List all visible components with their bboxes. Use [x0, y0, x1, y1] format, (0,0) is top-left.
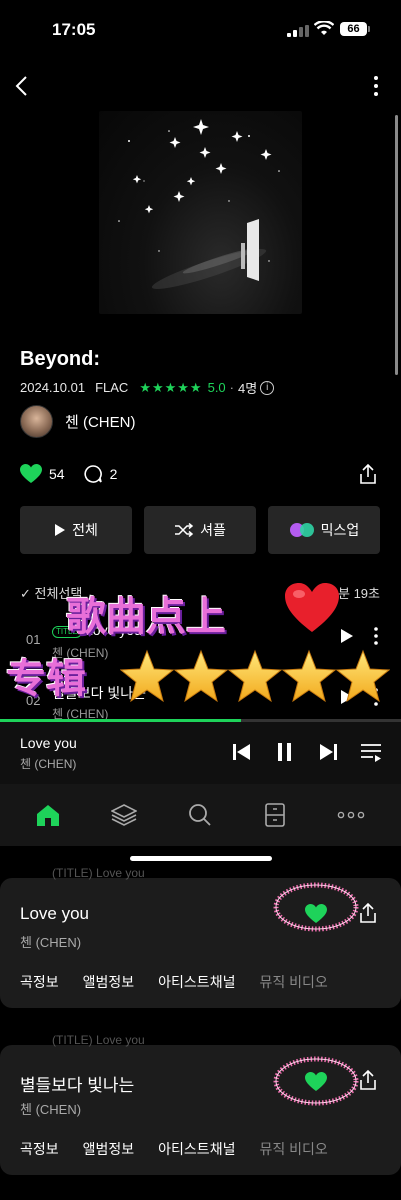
release-date: 2024.10.01: [20, 380, 86, 395]
scrollbar[interactable]: [395, 115, 398, 375]
back-arrow-icon[interactable]: [12, 74, 32, 98]
rating-stars[interactable]: ★★★★★: [139, 380, 202, 396]
search-icon[interactable]: [187, 803, 213, 827]
red-heart-icon: [285, 583, 339, 632]
album-info-link[interactable]: 앨범정보: [83, 1139, 135, 1159]
bottom-nav: [0, 784, 401, 846]
playlist-icon[interactable]: [360, 742, 382, 762]
artist-channel-link[interactable]: 아티스트채널: [158, 1139, 235, 1159]
sheet-song-title: 별들보다 빛나는: [20, 1076, 135, 1095]
heart-icon[interactable]: [20, 464, 42, 484]
now-playing-artist: 첸 (CHEN): [20, 757, 77, 771]
sheet-links: 곡정보 앨범정보 아티스트채널 뮤직 비디오: [20, 1139, 390, 1159]
music-video-link[interactable]: 뮤직 비디오: [259, 1139, 327, 1159]
status-time: 17:05: [52, 20, 96, 39]
wifi-icon: [314, 21, 334, 35]
overlay-caption-2: 专辑: [6, 657, 86, 701]
like-count: 54: [49, 466, 65, 482]
play-icon[interactable]: [340, 628, 354, 644]
separator-dot: ·: [229, 380, 235, 395]
storage-icon[interactable]: [264, 803, 286, 827]
shuffle-icon: [175, 523, 194, 537]
sheet-song-title: Love you: [20, 904, 89, 923]
home-icon[interactable]: [35, 803, 61, 827]
music-video-link[interactable]: 뮤직 비디오: [259, 972, 327, 992]
song-info-link[interactable]: 곡정보: [20, 972, 59, 992]
heart-icon[interactable]: [305, 1072, 327, 1092]
share-icon[interactable]: [358, 1069, 378, 1091]
more-horizontal-icon[interactable]: [336, 803, 366, 827]
album-info-link[interactable]: 앨범정보: [83, 972, 135, 992]
sheet-links: 곡정보 앨범정보 아티스트채널 뮤직 비디오: [20, 972, 390, 992]
artist-name[interactable]: 첸 (CHEN): [65, 411, 135, 432]
rating-value: 5.0: [207, 380, 226, 395]
track-number: 01: [26, 632, 41, 647]
mixup-icon: [289, 523, 314, 537]
avatar[interactable]: [20, 405, 53, 438]
sheet-song-artist: 첸 (CHEN): [20, 1102, 82, 1117]
mixup-label: 믹스업: [320, 522, 360, 538]
pause-icon[interactable]: [275, 742, 295, 762]
play-all-button[interactable]: 전체: [20, 506, 132, 554]
album-title: Beyond:: [20, 348, 100, 370]
star-stickers-icon: [120, 650, 390, 702]
rater-count: 4명: [238, 381, 258, 396]
more-vertical-icon[interactable]: [370, 626, 382, 646]
share-icon[interactable]: [358, 463, 378, 485]
play-all-label: 전체: [72, 522, 98, 538]
battery-icon: 66: [340, 22, 370, 36]
song-info-link[interactable]: 곡정보: [20, 1139, 59, 1159]
shuffle-button[interactable]: 셔플: [144, 506, 256, 554]
song-action-sheet: (TITLE) Love you 별들보다 빛나는 첸 (CHEN) 곡정보 앨…: [0, 1033, 401, 1175]
peek-title: (TITLE) Love you: [52, 866, 145, 880]
comment-icon[interactable]: [83, 464, 103, 484]
album-meta: 2024.10.01 FLAC ★★★★★ 5.0 · 4명 i: [20, 378, 275, 397]
artist-channel-link[interactable]: 아티스트채널: [158, 972, 235, 992]
now-playing-title: Love you: [20, 735, 77, 751]
peek-title: (TITLE) Love you: [52, 1033, 145, 1047]
overlay-caption-1: 歌曲点上: [66, 595, 226, 639]
mini-player[interactable]: Love you 첸 (CHEN): [0, 722, 401, 784]
home-indicator[interactable]: [130, 856, 272, 861]
album-cover: [99, 111, 302, 314]
prev-icon[interactable]: [232, 742, 252, 762]
share-icon[interactable]: [358, 902, 378, 924]
song-action-sheet: (TITLE) Love you Love you 첸 (CHEN) 곡정보 앨…: [0, 866, 401, 1008]
signal-icon: [287, 25, 309, 37]
shuffle-label: 셔플: [200, 522, 226, 538]
heart-icon[interactable]: [305, 904, 327, 924]
layers-icon[interactable]: [111, 803, 138, 827]
play-icon: [55, 524, 66, 536]
more-vertical-icon[interactable]: [366, 74, 386, 98]
album-stats: 54 2: [20, 464, 135, 484]
artist-row[interactable]: 첸 (CHEN): [20, 405, 135, 438]
audio-format: FLAC: [95, 380, 129, 395]
status-bar: 17:05 66: [0, 0, 401, 58]
sheet-song-artist: 첸 (CHEN): [20, 935, 82, 950]
mixup-button[interactable]: 믹스업: [268, 506, 380, 554]
info-icon[interactable]: i: [260, 380, 275, 395]
next-icon[interactable]: [318, 742, 338, 762]
comment-count: 2: [109, 466, 118, 482]
action-buttons: 전체 셔플 믹스업: [20, 506, 380, 554]
